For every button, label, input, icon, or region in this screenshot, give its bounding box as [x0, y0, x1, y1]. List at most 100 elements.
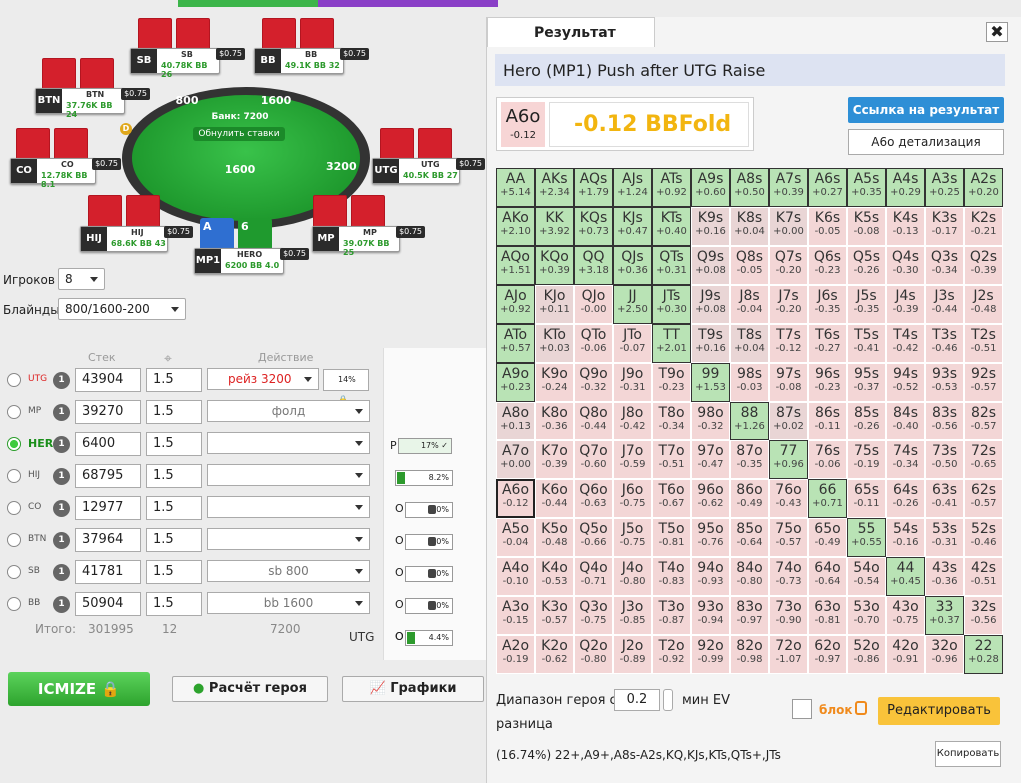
- hand-cell[interactable]: KJs +0.47: [613, 206, 652, 246]
- hand-cell[interactable]: Q5s -0.26: [847, 245, 886, 285]
- hand-cell[interactable]: A5s +0.35: [847, 168, 886, 207]
- hand-cell[interactable]: 64o -0.64: [808, 557, 847, 597]
- hand-cell[interactable]: Q2s -0.39: [964, 245, 1003, 285]
- player-count[interactable]: 1: [53, 436, 70, 453]
- player-radio[interactable]: [7, 437, 21, 451]
- hand-cell[interactable]: K3o -0.57: [535, 596, 574, 636]
- action-select[interactable]: bb 1600: [207, 592, 370, 614]
- hand-cell[interactable]: 54o -0.54: [847, 557, 886, 597]
- hand-cell[interactable]: 96s -0.23: [808, 362, 847, 402]
- bounty-input[interactable]: 1.5: [146, 464, 202, 488]
- action-select[interactable]: [207, 528, 370, 550]
- hand-cell[interactable]: KQo +0.39: [535, 245, 574, 285]
- hero-calc-button[interactable]: ● Расчёт героя: [172, 676, 328, 702]
- hand-cell[interactable]: 88 +1.26: [730, 401, 769, 441]
- hand-cell[interactable]: T5o -0.81: [652, 518, 691, 558]
- hand-cell[interactable]: 86s -0.11: [808, 401, 847, 441]
- hand-cell[interactable]: 82s -0.57: [964, 401, 1003, 441]
- hand-cell[interactable]: 84o -0.80: [730, 557, 769, 597]
- hand-cell[interactable]: J8o -0.42: [613, 401, 652, 441]
- hand-cell[interactable]: ATo +0.57: [496, 323, 535, 363]
- hand-cell[interactable]: K4s -0.13: [886, 206, 925, 246]
- hand-cell[interactable]: K3s -0.17: [925, 206, 964, 246]
- hand-cell[interactable]: A5o -0.04: [496, 518, 535, 558]
- stack-input[interactable]: 12977: [75, 496, 141, 520]
- bounty-input[interactable]: 1.5: [146, 560, 202, 584]
- hand-cell[interactable]: 73o -0.90: [769, 596, 808, 636]
- player-radio[interactable]: [7, 565, 21, 579]
- hand-cell[interactable]: T8o -0.34: [652, 401, 691, 441]
- hand-cell[interactable]: J3o -0.85: [613, 596, 652, 636]
- hand-cell[interactable]: T6s -0.27: [808, 323, 847, 363]
- hand-cell[interactable]: AQs +1.79: [574, 168, 613, 207]
- hand-cell[interactable]: T7s -0.12: [769, 323, 808, 363]
- hand-cell[interactable]: A7o +0.00: [496, 440, 535, 480]
- hand-cell[interactable]: A6s +0.27: [808, 168, 847, 207]
- hand-cell[interactable]: K5s -0.08: [847, 206, 886, 246]
- bounty-input[interactable]: 1.5: [146, 528, 202, 552]
- hand-cell[interactable]: A6o -0.12: [496, 479, 535, 519]
- hand-cell[interactable]: A8o +0.13: [496, 401, 535, 441]
- player-radio[interactable]: [7, 373, 21, 387]
- hand-cell[interactable]: K7o -0.39: [535, 440, 574, 480]
- players-select[interactable]: 8: [58, 268, 105, 290]
- hand-cell[interactable]: T4o -0.83: [652, 557, 691, 597]
- hand-cell[interactable]: 87o -0.35: [730, 440, 769, 480]
- hand-cell[interactable]: 95o -0.76: [691, 518, 730, 558]
- hand-cell[interactable]: QJs +0.36: [613, 245, 652, 285]
- stack-input[interactable]: 41781: [75, 560, 141, 584]
- block-checkbox[interactable]: [792, 699, 812, 719]
- result-tab[interactable]: Результат: [487, 17, 655, 47]
- hand-cell[interactable]: T4s -0.42: [886, 323, 925, 363]
- bounty-input[interactable]: 1.5: [146, 432, 202, 456]
- stack-input[interactable]: 68795: [75, 464, 141, 488]
- link-result-button[interactable]: Ссылка на результат: [848, 97, 1004, 123]
- hand-cell[interactable]: 63s -0.41: [925, 479, 964, 519]
- player-radio[interactable]: [7, 469, 21, 483]
- hand-cell[interactable]: J6o -0.75: [613, 479, 652, 519]
- bounty-input[interactable]: 1.5: [146, 496, 202, 520]
- hand-cell[interactable]: T3s -0.46: [925, 323, 964, 363]
- edit-button[interactable]: Редактировать: [878, 697, 1000, 725]
- hand-cell[interactable]: QQ +3.18: [574, 245, 613, 285]
- range-spinner[interactable]: [663, 689, 673, 711]
- hand-cell[interactable]: KTo +0.03: [535, 323, 574, 363]
- hand-cell[interactable]: J4o -0.80: [613, 557, 652, 597]
- hand-cell[interactable]: A4o -0.10: [496, 557, 535, 597]
- hand-cell[interactable]: AQo +1.51: [496, 245, 535, 285]
- hand-cell[interactable]: 96o -0.62: [691, 479, 730, 519]
- hand-cell[interactable]: 95s -0.37: [847, 362, 886, 402]
- hand-cell[interactable]: AA +5.14: [496, 168, 535, 207]
- hand-cell[interactable]: 44 +0.45: [886, 557, 925, 597]
- hand-cell[interactable]: KK +3.92: [535, 206, 574, 246]
- hand-cell[interactable]: ATs +0.92: [652, 168, 691, 207]
- hand-cell[interactable]: KQs +0.73: [574, 206, 613, 246]
- player-count[interactable]: 1: [53, 404, 70, 421]
- hand-cell[interactable]: 62s -0.57: [964, 479, 1003, 519]
- hand-cell[interactable]: T5s -0.41: [847, 323, 886, 363]
- hand-cell[interactable]: A3s +0.25: [925, 168, 964, 207]
- hand-cell[interactable]: 76s -0.06: [808, 440, 847, 480]
- hand-cell[interactable]: A2o -0.19: [496, 635, 535, 674]
- hand-cell[interactable]: A2s +0.20: [964, 168, 1003, 207]
- hand-detail-button[interactable]: A6o детализация: [848, 129, 1004, 155]
- hand-cell[interactable]: 64s -0.26: [886, 479, 925, 519]
- hand-cell[interactable]: 77 +0.96: [769, 440, 808, 480]
- hand-cell[interactable]: 32s -0.56: [964, 596, 1003, 636]
- hand-cell[interactable]: 86o -0.49: [730, 479, 769, 519]
- hand-cell[interactable]: QJo -0.00: [574, 284, 613, 324]
- seat-co[interactable]: CO CO 12.78K BB 8.1 $0.75: [10, 158, 121, 189]
- action-select[interactable]: sb 800: [207, 560, 370, 582]
- hand-cell[interactable]: T3o -0.87: [652, 596, 691, 636]
- hand-cell[interactable]: T2s -0.51: [964, 323, 1003, 363]
- hand-cell[interactable]: J2s -0.48: [964, 284, 1003, 324]
- hand-cell[interactable]: 72s -0.65: [964, 440, 1003, 480]
- hand-cell[interactable]: T6o -0.67: [652, 479, 691, 519]
- hand-cell[interactable]: 92s -0.57: [964, 362, 1003, 402]
- hand-cell[interactable]: 99 +1.53: [691, 362, 730, 402]
- hand-cell[interactable]: 94o -0.93: [691, 557, 730, 597]
- player-count[interactable]: 1: [53, 372, 70, 389]
- hand-cell[interactable]: T8s +0.04: [730, 323, 769, 363]
- bounty-input[interactable]: 1.5: [146, 368, 202, 392]
- hand-cell[interactable]: QTo -0.06: [574, 323, 613, 363]
